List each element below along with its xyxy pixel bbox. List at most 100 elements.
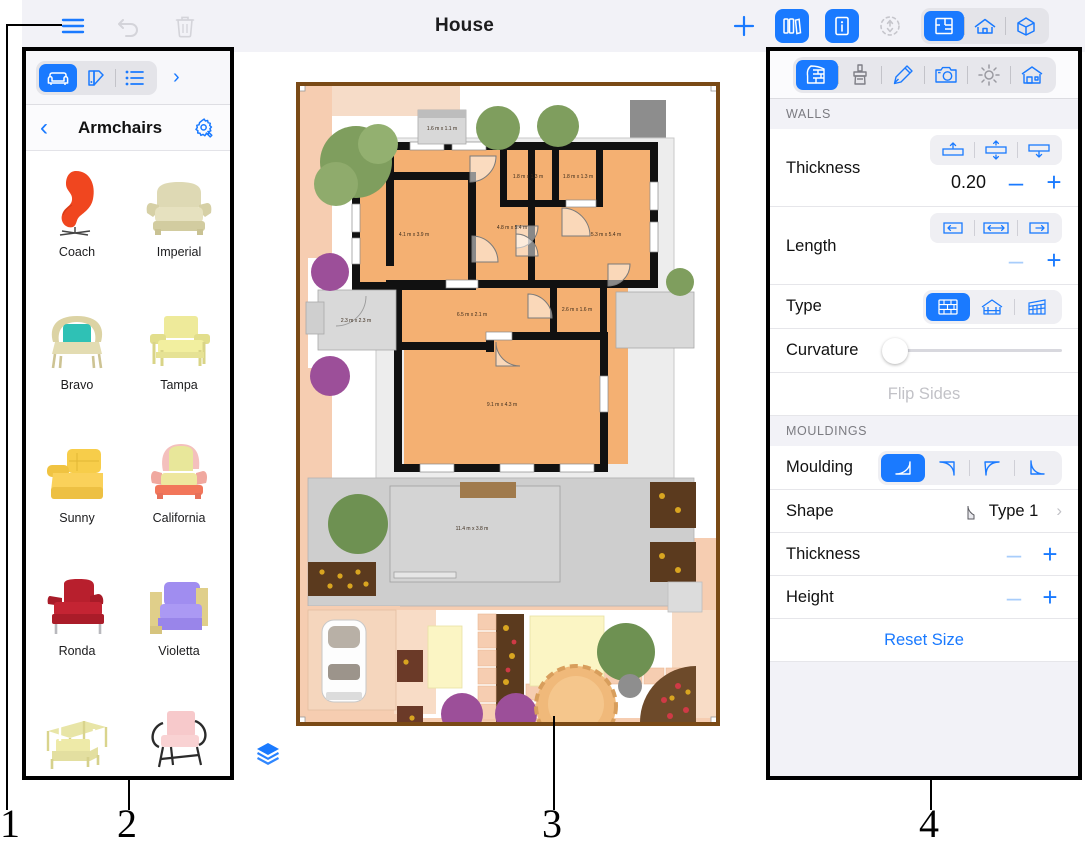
gear-tools-icon[interactable] <box>192 116 216 140</box>
floor-plan-drawing[interactable]: 1.6 m x 1.1 m 1.8 m x 1.3 m 1.8 m x 1.3 … <box>296 82 720 726</box>
inspector-tab-camera[interactable] <box>925 60 967 90</box>
align-length-center-icon[interactable] <box>975 215 1017 241</box>
moulding-thickness-plus-button[interactable]: + <box>1038 541 1062 567</box>
chevron-right-icon[interactable]: › <box>1056 501 1062 521</box>
inspector-tab-walls[interactable] <box>795 59 838 90</box>
add-button[interactable] <box>729 11 759 41</box>
sidebar-tab-furniture[interactable] <box>39 63 77 92</box>
moulding-profile-icon <box>965 501 977 521</box>
moulding-height-stepper[interactable]: – + <box>1002 584 1062 610</box>
furniture-label: Tampa <box>160 378 198 392</box>
room-dim-label: 1.8 m x 1.3 m <box>513 174 543 180</box>
back-chevron-left-icon[interactable]: ‹ <box>40 115 48 140</box>
toolbar-left-group <box>22 11 200 41</box>
sidebar-expand-chevron-right-icon[interactable]: › <box>173 66 180 89</box>
sidebar-tabbar: › <box>26 51 230 105</box>
list-item[interactable]: Sunny <box>26 421 128 554</box>
trash-icon[interactable] <box>170 11 200 41</box>
section-header-mouldings: MOULDINGS <box>770 416 1078 446</box>
length-align-segmented[interactable] <box>930 213 1062 243</box>
floor-plan-canvas[interactable]: 1.6 m x 1.1 m 1.8 m x 1.3 m 1.8 m x 1.3 … <box>238 52 766 780</box>
thickness-minus-button[interactable]: – <box>1004 169 1028 195</box>
length-minus-button[interactable]: – <box>1004 247 1028 273</box>
moulding-height-minus-button[interactable]: – <box>1002 584 1026 610</box>
row-label: Shape <box>786 501 834 520</box>
row-label: Curvature <box>786 341 859 359</box>
room-dim-label: 1.6 m x 1.1 m <box>427 126 457 132</box>
moulding-segmented[interactable] <box>878 450 1062 485</box>
inspector-tabs[interactable] <box>792 56 1056 93</box>
view-mode-elevation[interactable] <box>965 11 1005 41</box>
view-mode-segmented[interactable] <box>921 8 1049 44</box>
row-wall-curvature: Curvature <box>770 329 1078 373</box>
sidebar-tab-list[interactable] <box>116 64 154 92</box>
gable-wall-icon[interactable] <box>970 293 1014 321</box>
brick-wall-icon[interactable] <box>926 292 970 321</box>
list-item[interactable]: Bravo <box>26 288 128 421</box>
library-books-icon[interactable] <box>775 9 809 43</box>
wall-type-segmented[interactable] <box>923 289 1062 324</box>
view-mode-floorplan-2d[interactable] <box>924 11 964 41</box>
curvature-slider[interactable] <box>882 337 1062 364</box>
flip-sides-label: Flip Sides <box>887 384 961 403</box>
slider-knob[interactable] <box>882 337 908 364</box>
length-plus-button[interactable]: + <box>1042 247 1066 273</box>
list-item[interactable]: Ronda <box>26 554 128 687</box>
sidebar-tabs[interactable] <box>36 60 157 95</box>
view-mode-3d[interactable] <box>1006 11 1046 41</box>
moulding-thickness-stepper[interactable]: – + <box>1002 541 1062 567</box>
reset-size-button[interactable]: Reset Size <box>770 619 1078 662</box>
list-item[interactable]: Tampa <box>128 288 230 421</box>
thickness-stepper[interactable]: 0.20 – + <box>951 169 1066 195</box>
properties-inspector: WALLS Thickness 0.20 – + Length – + Type… <box>766 47 1082 780</box>
app-root: House › ‹ Armchairs Coach Imperial Bravo… <box>0 0 1085 844</box>
glass-wall-icon[interactable] <box>1015 293 1059 321</box>
thickness-value: 0.20 <box>950 171 986 192</box>
align-length-left-icon[interactable] <box>932 215 974 241</box>
align-length-right-icon[interactable] <box>1018 215 1060 241</box>
undo-icon[interactable] <box>114 11 144 41</box>
length-stepper[interactable]: – + <box>1004 247 1066 273</box>
moulding-thickness-minus-button[interactable]: – <box>1002 541 1026 567</box>
furniture-thumbnail-bravo <box>38 296 116 374</box>
row-label: Thickness <box>786 544 861 563</box>
inspector-tab-paint[interactable] <box>839 60 881 90</box>
info-icon[interactable] <box>825 9 859 43</box>
moulding-base-icon[interactable] <box>1015 454 1059 482</box>
shape-value-group[interactable]: Type 1 › <box>965 501 1062 521</box>
row-label: Moulding <box>786 458 853 476</box>
section-header-walls: WALLS <box>770 99 1078 129</box>
layers-stack-icon[interactable] <box>254 740 282 768</box>
sidebar-tab-materials[interactable] <box>77 64 115 92</box>
move-arrows-icon[interactable] <box>875 11 905 41</box>
annotation-number-3: 3 <box>542 801 562 844</box>
thickness-plus-button[interactable]: + <box>1042 169 1066 195</box>
flip-sides-button[interactable]: Flip Sides <box>770 373 1078 416</box>
inspector-tab-draw[interactable] <box>882 60 924 90</box>
moulding-height-plus-button[interactable]: + <box>1038 584 1062 610</box>
annotation-leader-1 <box>6 24 62 26</box>
list-item[interactable]: Coach <box>26 155 128 288</box>
furniture-label: Violetta <box>158 644 200 658</box>
inspector-tab-building[interactable] <box>1011 60 1053 90</box>
list-item[interactable]: Violetta <box>128 554 230 687</box>
align-thickness-bottom-icon[interactable] <box>1018 137 1060 163</box>
row-moulding-shape[interactable]: Shape Type 1 › <box>770 490 1078 533</box>
align-thickness-center-icon[interactable] <box>975 137 1017 163</box>
inspector-tab-light[interactable] <box>968 60 1010 90</box>
list-item[interactable]: California <box>128 421 230 554</box>
furniture-thumbnail-imperial <box>140 163 218 241</box>
list-item[interactable] <box>128 687 230 776</box>
row-moulding-thickness: Thickness – + <box>770 533 1078 576</box>
moulding-both-icon[interactable] <box>881 453 925 482</box>
thickness-align-segmented[interactable] <box>930 135 1062 165</box>
list-item[interactable] <box>26 687 128 776</box>
align-thickness-top-icon[interactable] <box>932 137 974 163</box>
top-toolbar: House <box>22 0 1085 52</box>
moulding-top-icon[interactable] <box>925 454 969 482</box>
list-item[interactable]: Imperial <box>128 155 230 288</box>
moulding-upper-icon[interactable] <box>970 454 1014 482</box>
hamburger-menu-icon[interactable] <box>58 11 88 41</box>
row-moulding: Moulding <box>770 446 1078 490</box>
row-label: Type <box>786 297 822 315</box>
